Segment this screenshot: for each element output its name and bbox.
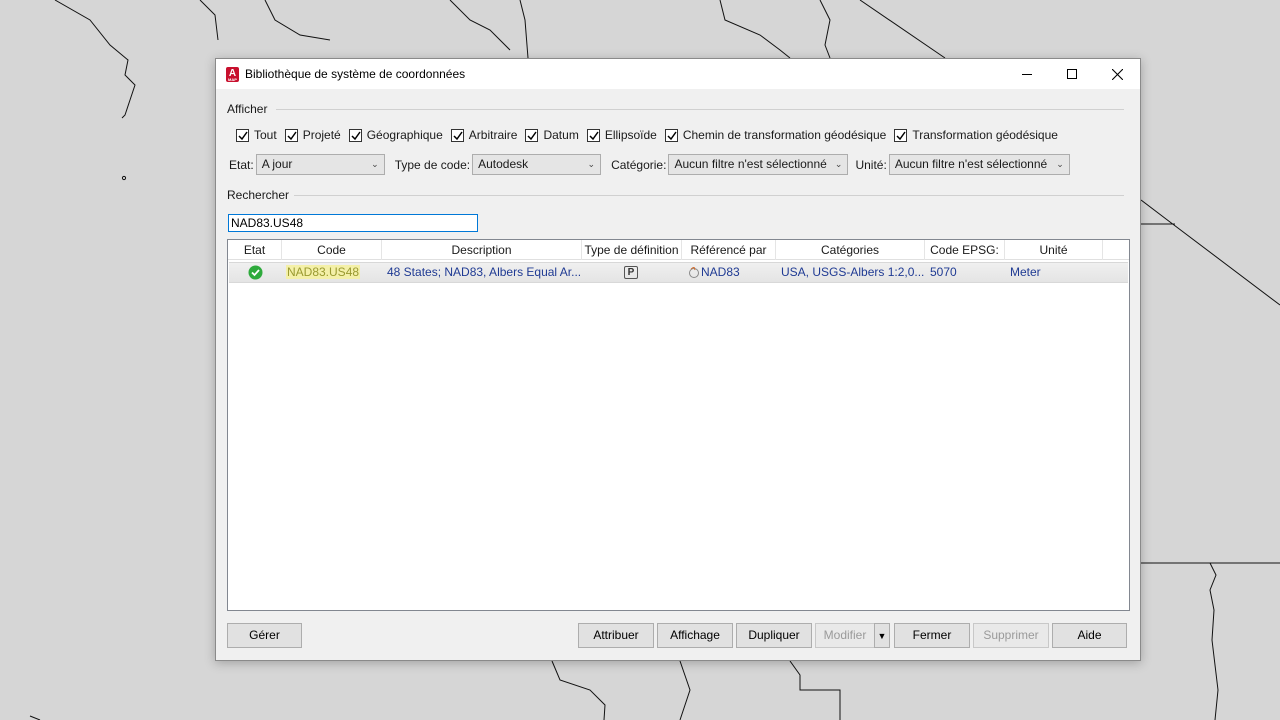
- modifier-dropdown-button[interactable]: ▼: [874, 623, 890, 648]
- etat-label: Etat:: [229, 157, 254, 172]
- close-icon: [1111, 68, 1123, 80]
- filter-row: Etat: A jour ⌄ Type de code: Autodesk ⌄ Ca…: [229, 154, 1070, 175]
- column-header-description[interactable]: Description: [382, 240, 582, 260]
- checkbox-box[interactable]: [586, 128, 600, 142]
- coordinate-systems-table[interactable]: Etat Code Description Type de définition…: [227, 239, 1130, 611]
- rechercher-divider: [294, 195, 1124, 196]
- etat-dropdown[interactable]: A jour ⌄: [255, 154, 385, 175]
- cell-type-definition: P: [624, 263, 654, 282]
- close-button[interactable]: [1094, 59, 1140, 89]
- window-title: Bibliothèque de système de coordonnées: [245, 67, 466, 81]
- checkbox-box[interactable]: [450, 128, 464, 142]
- cell-categories: USA, USGS-Albers 1:2,0...: [781, 265, 924, 279]
- checkmark-icon: [667, 131, 677, 140]
- checkmark-icon: [238, 131, 248, 140]
- checkmark-icon: [527, 131, 538, 140]
- checkbox-label: Chemin de transformation géodésique: [682, 128, 887, 142]
- column-header-unite[interactable]: Unité: [1005, 240, 1103, 260]
- chevron-down-icon: ⌄: [834, 159, 843, 169]
- column-header-reference-par[interactable]: Référencé par: [682, 240, 776, 260]
- categorie-label: Catégorie:: [611, 157, 667, 172]
- checkbox-label: Ellipsoïde: [604, 128, 657, 142]
- cell-code: NAD83.US48: [286, 263, 381, 282]
- column-header-type-definition[interactable]: Type de définition: [582, 240, 682, 260]
- chevron-down-icon: ⌄: [587, 159, 596, 169]
- checkbox-box[interactable]: [894, 128, 908, 142]
- table-header: Etat Code Description Type de définition…: [228, 240, 1129, 260]
- etat-value: A jour: [261, 157, 293, 171]
- cell-epsg: 5070: [930, 265, 957, 279]
- column-header-etat[interactable]: Etat: [228, 240, 282, 260]
- checkbox-label: Géographique: [366, 128, 443, 142]
- checkmark-icon: [453, 131, 463, 140]
- checkmark-icon: [896, 131, 906, 140]
- checkbox-tout[interactable]: Tout: [236, 128, 277, 142]
- code-highlight: NAD83.US48: [286, 265, 361, 279]
- chevron-down-icon: ⌄: [1056, 159, 1064, 169]
- checkbox-label: Tout: [254, 128, 277, 142]
- checkbox-box[interactable]: [525, 128, 539, 142]
- checkmark-icon: [589, 131, 599, 140]
- type-code-label: Type de code:: [394, 157, 471, 172]
- dupliquer-button[interactable]: Dupliquer: [736, 623, 812, 648]
- minimize-icon: [1022, 74, 1032, 75]
- categorie-dropdown[interactable]: Aucun filtre n'est sélectionné ⌄: [668, 154, 849, 175]
- table-row[interactable]: NAD83.US48 48 States; NAD83, Albers Equa…: [229, 262, 1128, 283]
- checkbox-label: Projeté: [302, 128, 341, 142]
- minimize-button[interactable]: [1004, 59, 1050, 89]
- unite-label: Unité:: [855, 157, 887, 172]
- afficher-label: Afficher: [227, 102, 268, 116]
- cell-description: 48 States; NAD83, Albers Equal Ar...: [387, 265, 581, 279]
- maximize-button[interactable]: [1049, 59, 1095, 89]
- reference-link-icon: [689, 266, 699, 278]
- app-logo-icon: A MAP: [226, 67, 239, 82]
- cell-unite: Meter: [1010, 265, 1041, 279]
- type-code-value: Autodesk: [478, 157, 529, 171]
- checkbox-box[interactable]: [348, 128, 362, 142]
- search-input[interactable]: [228, 214, 478, 232]
- gerer-button[interactable]: Gérer: [227, 623, 302, 648]
- chevron-down-icon: ⌄: [371, 159, 379, 169]
- checkmark-icon: [287, 131, 297, 140]
- categorie-value: Aucun filtre n'est sélectionné: [674, 157, 827, 171]
- checkbox-datum[interactable]: Datum: [525, 128, 579, 142]
- checkbox-label: Arbitraire: [468, 128, 518, 142]
- modifier-button[interactable]: Modifier: [815, 623, 875, 648]
- checkbox-chemin-transformation[interactable]: Chemin de transformation géodésique: [664, 128, 887, 142]
- checkbox-geographique[interactable]: Géographique: [348, 128, 443, 142]
- rechercher-label: Rechercher: [227, 188, 290, 202]
- checkbox-transformation-geodesique[interactable]: Transformation géodésique: [894, 128, 1058, 142]
- checkbox-ellipsoide[interactable]: Ellipsoïde: [586, 128, 657, 142]
- column-header-categories[interactable]: Catégories: [776, 240, 925, 260]
- type-code-dropdown[interactable]: Autodesk ⌄: [472, 154, 602, 175]
- checkbox-label: Transformation géodésique: [912, 128, 1058, 142]
- checkbox-projete[interactable]: Projeté: [284, 128, 341, 142]
- maximize-icon: [1067, 69, 1077, 79]
- aide-button[interactable]: Aide: [1052, 623, 1127, 648]
- checkbox-box[interactable]: [284, 128, 298, 142]
- affichage-button[interactable]: Affichage: [657, 623, 733, 648]
- column-header-epsg[interactable]: Code EPSG:: [925, 240, 1005, 260]
- afficher-divider: [276, 109, 1124, 110]
- checkbox-arbitraire[interactable]: Arbitraire: [450, 128, 518, 142]
- projected-type-icon: P: [624, 266, 638, 280]
- supprimer-button[interactable]: Supprimer: [973, 623, 1049, 648]
- display-filter-checkboxes: Tout Projeté Géographique Arbitraire Dat…: [236, 127, 1066, 143]
- attribuer-button[interactable]: Attribuer: [578, 623, 654, 648]
- cell-reference-par: NAD83: [688, 263, 776, 282]
- caret-down-icon: ▼: [877, 631, 887, 641]
- coordinate-system-library-dialog: A MAP Bibliothèque de système de coordonn…: [215, 58, 1141, 661]
- unite-dropdown[interactable]: Aucun filtre n'est sélectionné ⌄: [888, 154, 1070, 175]
- checkbox-box[interactable]: [236, 128, 249, 142]
- checkmark-icon: [351, 131, 361, 140]
- fermer-button[interactable]: Fermer: [894, 623, 970, 648]
- checkbox-label: Datum: [543, 128, 579, 142]
- reference-value: NAD83: [701, 265, 740, 279]
- title-bar[interactable]: A MAP Bibliothèque de système de coordonn…: [216, 59, 1140, 89]
- check-circle-icon: [248, 265, 263, 280]
- unite-value: Aucun filtre n'est sélectionné: [894, 157, 1048, 171]
- column-header-code[interactable]: Code: [282, 240, 382, 260]
- checkbox-box[interactable]: [664, 128, 678, 142]
